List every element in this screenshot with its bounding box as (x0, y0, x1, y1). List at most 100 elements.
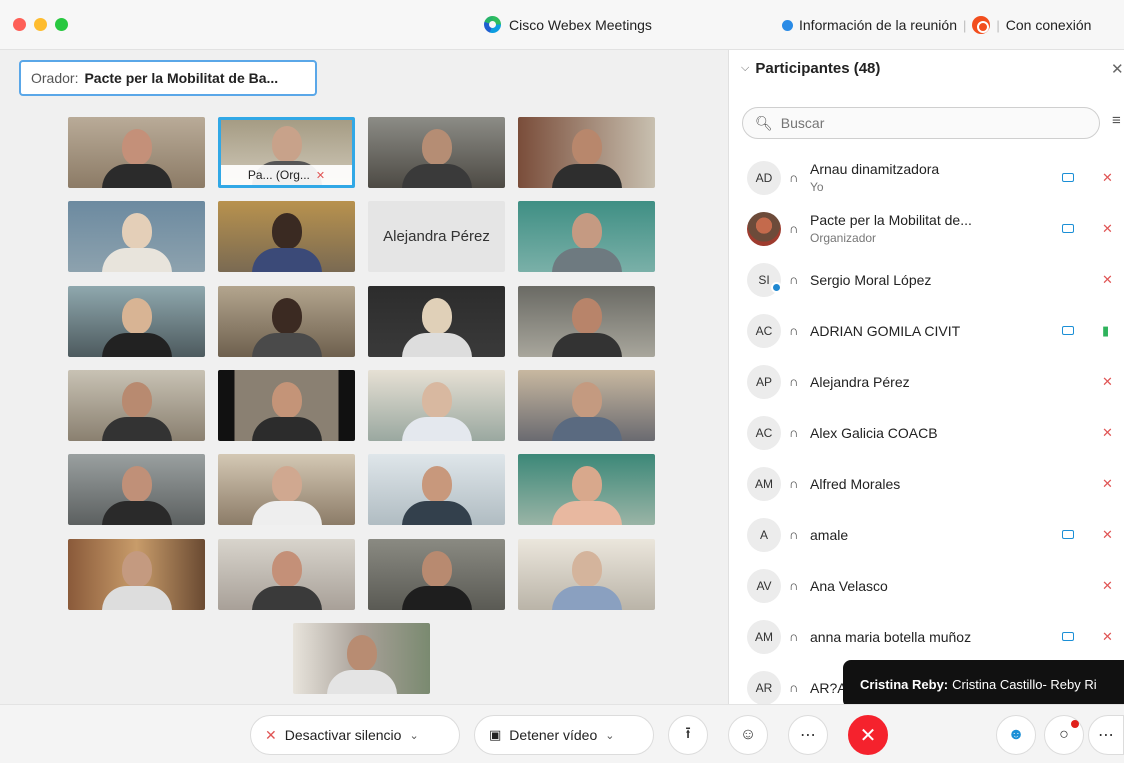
panel-title: Participantes (48) (755, 60, 881, 77)
mic-muted-icon: ✕ (265, 726, 277, 743)
participants-button[interactable]: ☻ (996, 715, 1036, 755)
recording-icon[interactable] (972, 16, 991, 34)
headset-icon: ∩ (789, 680, 799, 695)
panel-options-button[interactable]: ⋯ (1088, 715, 1124, 755)
participant-row[interactable]: A ∩ amale ✕ (729, 509, 1124, 560)
sort-icon[interactable]: ≡ (1112, 112, 1121, 129)
participant-role: Organizador (810, 231, 877, 245)
video-tile[interactable] (368, 454, 505, 525)
title-bar: Cisco Webex Meetings Información de la r… (0, 0, 1124, 50)
mic-muted-icon[interactable]: ✕ (1102, 425, 1113, 441)
headset-icon: ∩ (789, 578, 799, 593)
mic-muted-icon: ✕ (315, 169, 326, 182)
participant-row[interactable]: AM ∩ anna maria botella muñoz ✕ (729, 611, 1124, 662)
leave-meeting-button[interactable]: ✕ (848, 715, 888, 755)
active-speaker-box[interactable]: Orador: Pacte per la Mobilitat de Ba... (19, 60, 317, 96)
chevron-down-icon[interactable]: ⌵ (741, 62, 749, 75)
mic-muted-icon[interactable]: ✕ (1102, 476, 1113, 492)
share-button[interactable]: ⭱ (668, 715, 708, 755)
participant-row[interactable]: AP ∩ Alejandra Pérez ✕ (729, 356, 1124, 407)
video-tile[interactable] (68, 117, 205, 188)
unmute-button[interactable]: ✕ Desactivar silencio ⌄ (250, 715, 460, 755)
video-tile[interactable] (518, 454, 655, 525)
chat-notification-tooltip[interactable]: Cristina Reby: Cristina Castillo- Reby R… (843, 660, 1124, 708)
panel-header[interactable]: ⌵ Participantes (48) (741, 60, 880, 77)
connection-status[interactable]: Con conexión (1006, 17, 1092, 33)
participant-row[interactable]: AC ∩ Alex Galicia COACB ✕ (729, 407, 1124, 458)
video-camera-icon[interactable] (1062, 530, 1074, 539)
emoji-icon: ☺ (739, 726, 757, 743)
chevron-down-icon[interactable]: ⌄ (605, 729, 614, 742)
mic-muted-icon[interactable]: ✕ (1102, 221, 1113, 237)
video-tile[interactable] (293, 623, 430, 694)
video-tile[interactable] (68, 201, 205, 272)
avatar: AD (747, 160, 781, 195)
video-tile[interactable] (68, 286, 205, 357)
reactions-button[interactable]: ☺ (728, 715, 768, 755)
video-tile[interactable] (68, 454, 205, 525)
video-tile[interactable] (218, 286, 355, 357)
video-camera-icon[interactable] (1062, 173, 1074, 182)
chevron-down-icon[interactable]: ⌄ (409, 729, 418, 742)
video-tile-organizer[interactable]: Pa... (Org... ✕ (218, 117, 355, 188)
video-tile[interactable] (518, 370, 655, 441)
mic-muted-icon[interactable]: ✕ (1102, 578, 1113, 594)
participant-name: Sergio Moral López (810, 271, 932, 288)
close-window-button[interactable] (13, 18, 26, 31)
mic-muted-icon[interactable]: ✕ (1102, 272, 1113, 288)
stop-video-label: Detener vídeo (509, 727, 598, 743)
participant-row[interactable]: SI ∩ Sergio Moral López ✕ (729, 254, 1124, 305)
mic-muted-icon[interactable]: ✕ (1102, 170, 1113, 186)
video-tile[interactable] (368, 286, 505, 357)
search-box[interactable]: 🔍︎ (742, 107, 1100, 139)
video-camera-icon[interactable] (1062, 632, 1074, 641)
participants-icon: ☻ (1007, 726, 1025, 743)
video-tile[interactable] (518, 286, 655, 357)
minimize-window-button[interactable] (34, 18, 47, 31)
status-indicator-icon (771, 282, 782, 293)
video-tile-no-video[interactable]: Alejandra Pérez (368, 201, 505, 272)
mic-muted-icon[interactable]: ✕ (1102, 629, 1113, 645)
chat-button[interactable]: ○ (1044, 715, 1084, 755)
video-camera-icon[interactable] (1062, 224, 1074, 233)
video-tile[interactable] (368, 539, 505, 610)
participant-row[interactable]: AV ∩ Ana Velasco ✕ (729, 560, 1124, 611)
video-tile[interactable] (218, 370, 355, 441)
video-tile[interactable] (218, 201, 355, 272)
avatar: AC (747, 415, 781, 450)
meeting-info-area: Información de la reunión | | Con conexi… (782, 16, 1091, 34)
participants-panel: ⌵ Participantes (48) ✕ 🔍︎ ≡ AD ∩ Arnau d… (728, 50, 1124, 705)
mic-muted-icon[interactable]: ✕ (1102, 527, 1113, 543)
video-tile[interactable] (368, 117, 505, 188)
headset-icon: ∩ (789, 476, 799, 491)
video-camera-icon[interactable] (1062, 326, 1074, 335)
participant-row[interactable]: AD ∩ Arnau dinamitzadora Yo ✕ (729, 152, 1124, 203)
notification-badge (1071, 720, 1079, 728)
mic-muted-icon[interactable]: ✕ (1102, 374, 1113, 390)
info-icon (782, 19, 793, 31)
headset-icon: ∩ (789, 323, 799, 338)
stop-video-button[interactable]: ▣ Detener vídeo ⌄ (474, 715, 654, 755)
speaker-name: Pacte per la Mobilitat de Ba... (84, 70, 279, 86)
video-tile[interactable] (368, 370, 505, 441)
participant-row[interactable]: AC ∩ ADRIAN GOMILA CIVIT ▮ (729, 305, 1124, 356)
unmute-label: Desactivar silencio (284, 727, 402, 743)
search-input[interactable] (780, 115, 1061, 131)
video-tile[interactable] (518, 201, 655, 272)
chat-icon: ○ (1059, 726, 1069, 743)
avatar: AR (747, 670, 781, 705)
participant-row[interactable]: ∩ Pacte per la Mobilitat de... Organizad… (729, 203, 1124, 254)
mic-on-icon[interactable]: ▮ (1102, 323, 1109, 339)
video-tile[interactable] (518, 117, 655, 188)
video-tile[interactable] (218, 454, 355, 525)
video-tile[interactable] (68, 370, 205, 441)
video-tile[interactable] (68, 539, 205, 610)
more-options-button[interactable]: ⋯ (788, 715, 828, 755)
participant-row[interactable]: AM ∩ Alfred Morales ✕ (729, 458, 1124, 509)
video-tile[interactable] (518, 539, 655, 610)
zoom-window-button[interactable] (55, 18, 68, 31)
close-icon[interactable]: ✕ (1111, 60, 1124, 78)
meeting-info-link[interactable]: Información de la reunión (799, 17, 957, 33)
video-camera-icon: ▣ (489, 727, 502, 742)
video-tile[interactable] (218, 539, 355, 610)
